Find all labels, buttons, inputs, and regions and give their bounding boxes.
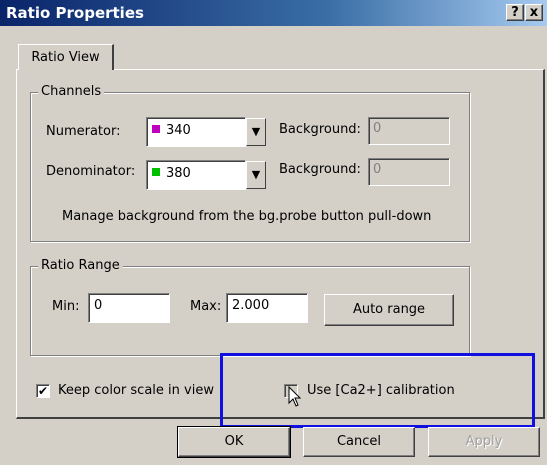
numerator-label: Numerator:	[46, 124, 121, 139]
min-input[interactable]: 0	[88, 293, 170, 323]
denominator-label: Denominator:	[46, 164, 136, 179]
denominator-value: 380	[166, 166, 191, 181]
background-note: Manage background from the bg.probe butt…	[62, 209, 432, 224]
max-input[interactable]: 2.000	[226, 293, 308, 323]
max-label: Max:	[190, 299, 222, 314]
numerator-chevron-down-icon[interactable]: ▼	[246, 118, 266, 146]
numerator-background-label: Background:	[279, 122, 361, 137]
ratio-range-legend: Ratio Range	[38, 258, 123, 274]
numerator-color-swatch	[152, 125, 160, 133]
denominator-background-field[interactable]: 0	[368, 158, 450, 186]
denominator-background-label: Background:	[279, 162, 361, 177]
min-label: Min:	[52, 299, 80, 314]
denominator-chevron-down-icon[interactable]: ▼	[246, 161, 266, 189]
tab-label: Ratio View	[31, 50, 100, 65]
numerator-dropdown[interactable]: 340	[146, 117, 246, 147]
help-button[interactable]: ?	[506, 4, 524, 21]
keep-scale-label: Keep color scale in view	[58, 383, 214, 398]
tab-ratio-view[interactable]: Ratio View	[18, 44, 114, 70]
cancel-button[interactable]: Cancel	[303, 427, 415, 457]
auto-range-button[interactable]: Auto range	[324, 294, 454, 326]
title-bar[interactable]: Ratio Properties	[0, 0, 547, 26]
close-button[interactable]: x	[525, 4, 543, 21]
window-title: Ratio Properties	[6, 4, 144, 22]
keep-scale-checkbox[interactable]: ✔	[36, 384, 50, 398]
channels-legend: Channels	[38, 84, 105, 100]
numerator-background-field[interactable]: 0	[368, 117, 450, 145]
highlight-box	[220, 353, 535, 428]
ok-button[interactable]: OK	[177, 426, 291, 458]
denominator-dropdown[interactable]: 380	[146, 160, 246, 190]
apply-button[interactable]: Apply	[428, 427, 540, 457]
numerator-value: 340	[166, 123, 191, 138]
denominator-color-swatch	[152, 168, 160, 176]
